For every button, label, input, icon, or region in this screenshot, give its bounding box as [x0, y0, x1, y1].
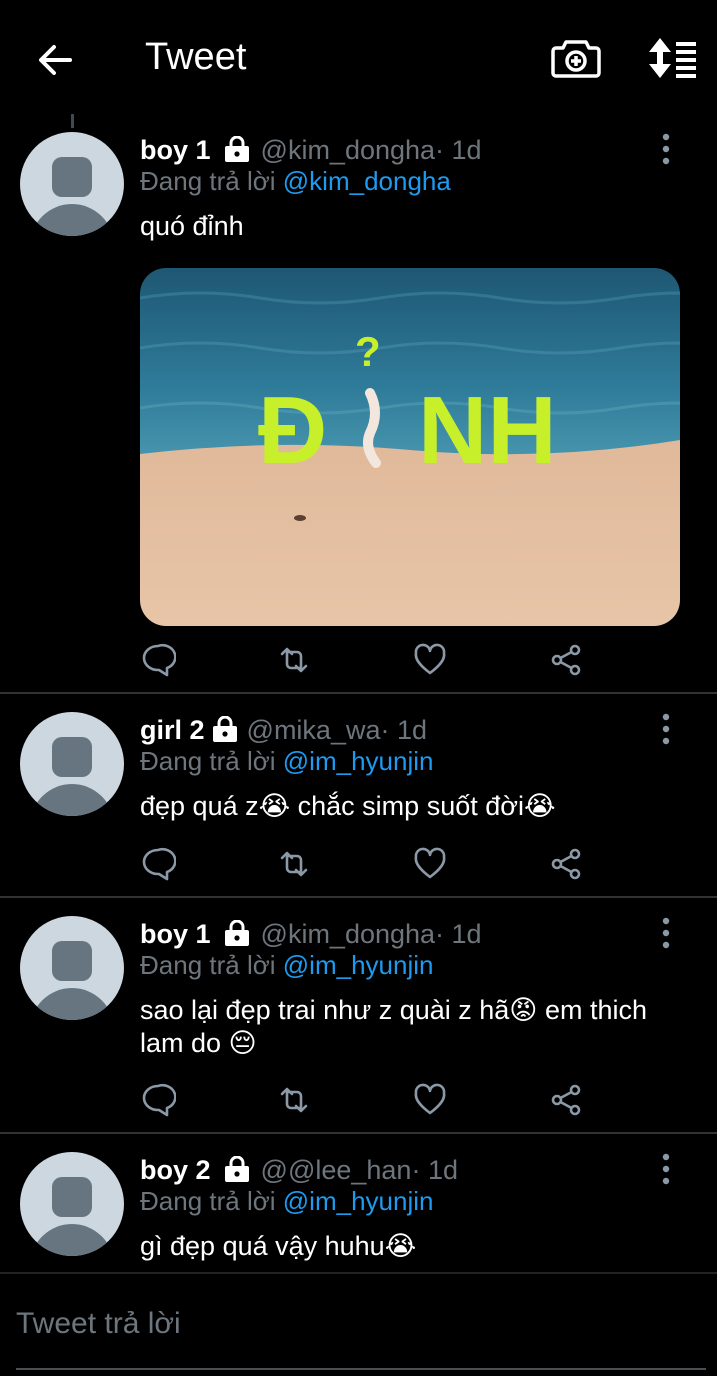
top-app-bar: Tweet: [0, 0, 717, 116]
replying-prefix: Đang trả lời: [140, 166, 283, 196]
camera-plus-icon: [551, 40, 601, 78]
tweet-header: boy 2 @@lee_han · 1d: [140, 1152, 458, 1188]
tweet-divider: [0, 1132, 717, 1134]
tweet-image[interactable]: ? Đ NH: [140, 268, 680, 626]
avatar-head: [52, 737, 92, 777]
display-name[interactable]: boy 1: [140, 919, 211, 950]
avatar-head: [52, 941, 92, 981]
share-icon[interactable]: [548, 642, 584, 678]
more-vertical-icon: [662, 133, 670, 165]
lock-icon: [224, 920, 249, 946]
timestamp: · 1d: [380, 714, 428, 745]
display-name[interactable]: girl 2: [140, 715, 205, 746]
tweet-actions: [140, 642, 600, 682]
avatar-shoulders: [30, 784, 114, 816]
mention-link[interactable]: @im_hyunjin: [283, 1186, 434, 1216]
like-icon[interactable]: [412, 1082, 448, 1118]
camera-button[interactable]: [550, 34, 602, 82]
lock-icon: [224, 1156, 249, 1182]
avatar[interactable]: [20, 712, 124, 816]
tweet-divider: [0, 896, 717, 898]
share-icon[interactable]: [548, 1082, 584, 1118]
arrow-left-icon: [39, 45, 72, 75]
more-options-button[interactable]: [652, 132, 680, 166]
user-handle[interactable]: @@lee_han: [261, 1155, 412, 1186]
timestamp: · 1d: [411, 1154, 458, 1185]
tweet-divider: [0, 1272, 717, 1274]
back-button[interactable]: [32, 36, 80, 84]
retweet-icon[interactable]: [276, 642, 312, 678]
tweet-actions: [140, 1082, 600, 1122]
avatar-head: [52, 157, 92, 197]
replying-to: Đang trả lời @im_hyunjin: [140, 950, 433, 981]
thread-connector: [71, 114, 74, 128]
avatar[interactable]: [20, 132, 124, 236]
avatar[interactable]: [20, 1152, 124, 1256]
sort-list-icon: [649, 38, 696, 78]
meme-caption-end: NH: [418, 377, 557, 484]
display-name[interactable]: boy 1: [140, 135, 211, 166]
tweet-header: boy 1 @kim_dongha · 1d: [140, 916, 482, 952]
replying-to: Đang trả lời @im_hyunjin: [140, 746, 433, 777]
lock-icon: [224, 136, 249, 162]
more-vertical-icon: [662, 917, 670, 949]
meme-caption-start: Đ: [258, 377, 327, 484]
share-icon[interactable]: [548, 846, 584, 882]
like-icon[interactable]: [412, 846, 448, 882]
replying-prefix: Đang trả lời: [140, 1186, 283, 1216]
retweet-icon[interactable]: [276, 846, 312, 882]
replying-prefix: Đang trả lời: [140, 950, 283, 980]
mention-link[interactable]: @kim_dongha: [283, 166, 451, 196]
avatar-shoulders: [30, 988, 114, 1020]
display-name[interactable]: boy 2: [140, 1155, 211, 1186]
reply-icon[interactable]: [140, 642, 176, 678]
mention-link[interactable]: @im_hyunjin: [283, 950, 434, 980]
sort-button[interactable]: [644, 34, 700, 82]
avatar[interactable]: [20, 916, 124, 1020]
lock-icon: [212, 716, 237, 742]
tweet-header: boy 1 @kim_dongha · 1d: [140, 132, 482, 168]
user-handle[interactable]: @kim_dongha: [261, 919, 436, 950]
meme-question-mark: ?: [355, 328, 381, 375]
tweet-text: quó đỉnh: [140, 211, 244, 241]
tweet-actions: [140, 846, 600, 886]
avatar-shoulders: [30, 204, 114, 236]
more-options-button[interactable]: [652, 916, 680, 950]
meme-image: ? Đ NH: [140, 268, 680, 626]
tweet-text: đẹp quá z😭 chắc simp suốt đời😭: [140, 791, 556, 821]
more-vertical-icon: [662, 1153, 670, 1185]
avatar-shoulders: [30, 1224, 114, 1256]
like-icon[interactable]: [412, 642, 448, 678]
user-handle[interactable]: @mika_wa: [247, 715, 381, 746]
reply-input[interactable]: [16, 1300, 706, 1348]
more-vertical-icon: [662, 713, 670, 745]
tweet-text: sao lại đẹp trai như z quài z hã😡 em thi…: [140, 995, 647, 1058]
page-title: Tweet: [145, 36, 247, 78]
reply-icon[interactable]: [140, 1082, 176, 1118]
reply-composer: [0, 1276, 717, 1376]
timestamp: · 1d: [435, 918, 482, 949]
avatar-head: [52, 1177, 92, 1217]
mention-link[interactable]: @im_hyunjin: [283, 746, 434, 776]
replying-prefix: Đang trả lời: [140, 746, 283, 776]
tweet-text: gì đẹp quá vậy huhu😭: [140, 1231, 417, 1261]
timestamp: · 1d: [435, 134, 482, 165]
more-options-button[interactable]: [652, 712, 680, 746]
replying-to: Đang trả lời @kim_dongha: [140, 166, 451, 197]
tweet-divider: [0, 692, 717, 694]
reply-underline: [16, 1368, 706, 1370]
more-options-button[interactable]: [652, 1152, 680, 1186]
user-handle[interactable]: @kim_dongha: [261, 135, 436, 166]
reply-icon[interactable]: [140, 846, 176, 882]
retweet-icon[interactable]: [276, 1082, 312, 1118]
replying-to: Đang trả lời @im_hyunjin: [140, 1186, 433, 1217]
tweet-header: girl 2 @mika_wa · 1d: [140, 712, 427, 748]
